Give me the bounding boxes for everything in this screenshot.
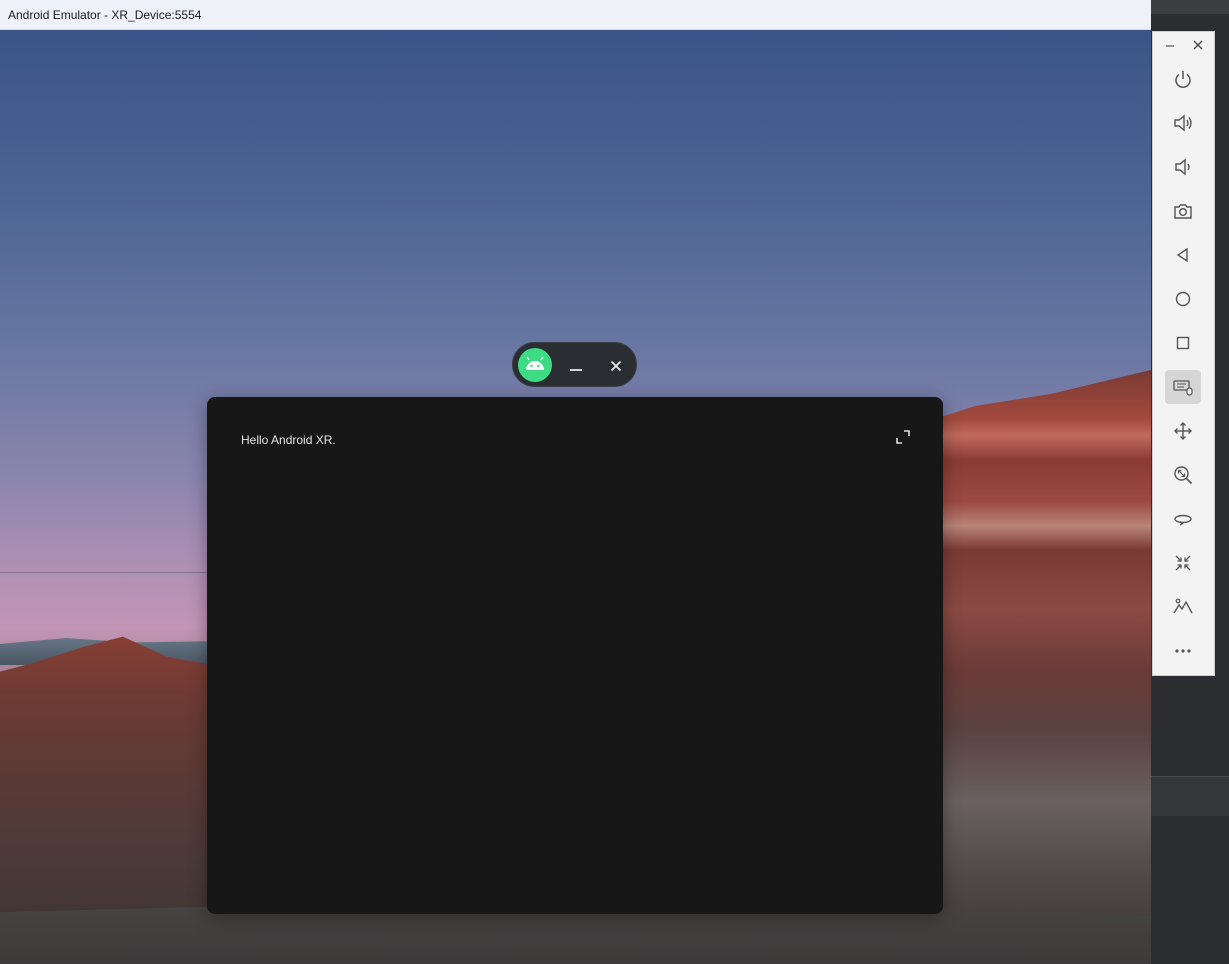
environment-button[interactable] xyxy=(1165,590,1201,624)
camera-icon xyxy=(1174,204,1192,219)
environment-icon xyxy=(1173,598,1193,614)
toolbar-close-button[interactable] xyxy=(1191,38,1205,52)
recenter-icon xyxy=(1175,555,1191,571)
more-button[interactable] xyxy=(1165,634,1201,668)
volume-up-button[interactable] xyxy=(1165,106,1201,140)
rotate-view-button[interactable] xyxy=(1165,502,1201,536)
toolbar-minimize-button[interactable] xyxy=(1163,38,1177,52)
app-panel[interactable]: Hello Android XR. xyxy=(207,397,943,914)
host-top-band xyxy=(1151,0,1229,14)
recenter-button[interactable] xyxy=(1165,546,1201,580)
rotate-view-icon xyxy=(1174,514,1192,526)
window-title: Android Emulator - XR_Device:5554 xyxy=(8,8,202,22)
toolbar-window-controls xyxy=(1153,36,1216,54)
android-icon xyxy=(526,356,544,370)
move-button[interactable] xyxy=(1165,414,1201,448)
horizon-line xyxy=(0,572,210,573)
title-orbiter[interactable] xyxy=(512,342,637,387)
emulator-window: Android Emulator - XR_Device:5554 Hello … xyxy=(0,0,1151,964)
back-button[interactable] xyxy=(1165,238,1201,272)
screen: Android Emulator - XR_Device:5554 Hello … xyxy=(0,0,1229,964)
screenshot-button[interactable] xyxy=(1165,194,1201,228)
close-icon xyxy=(610,360,622,372)
volume-up-icon xyxy=(1174,114,1192,132)
minimize-button[interactable] xyxy=(563,353,589,379)
keyboard-mouse-button[interactable] xyxy=(1165,370,1201,404)
minimize-icon xyxy=(1166,45,1174,47)
minimize-icon xyxy=(570,369,582,371)
zoom-icon xyxy=(1174,466,1193,485)
keyboard-mouse-icon xyxy=(1173,380,1193,396)
close-button[interactable] xyxy=(603,353,629,379)
power-icon xyxy=(1175,71,1191,88)
more-icon xyxy=(1175,649,1191,653)
overview-icon xyxy=(1176,336,1190,350)
close-icon xyxy=(1193,40,1203,50)
volume-down-button[interactable] xyxy=(1165,150,1201,184)
zoom-button[interactable] xyxy=(1165,458,1201,492)
move-icon xyxy=(1174,422,1192,440)
volume-down-icon xyxy=(1175,158,1190,176)
host-status-band xyxy=(1151,776,1229,816)
expand-icon xyxy=(896,430,910,444)
expand-button[interactable] xyxy=(895,429,911,445)
title-bar[interactable]: Android Emulator - XR_Device:5554 xyxy=(0,0,1151,30)
back-icon xyxy=(1176,247,1188,263)
power-button[interactable] xyxy=(1165,62,1201,96)
home-icon xyxy=(1175,291,1191,307)
app-icon-button[interactable] xyxy=(518,348,552,382)
greeting-text: Hello Android XR. xyxy=(241,433,336,447)
overview-button[interactable] xyxy=(1165,326,1201,360)
home-button[interactable] xyxy=(1165,282,1201,316)
emulator-toolbar xyxy=(1152,31,1215,676)
